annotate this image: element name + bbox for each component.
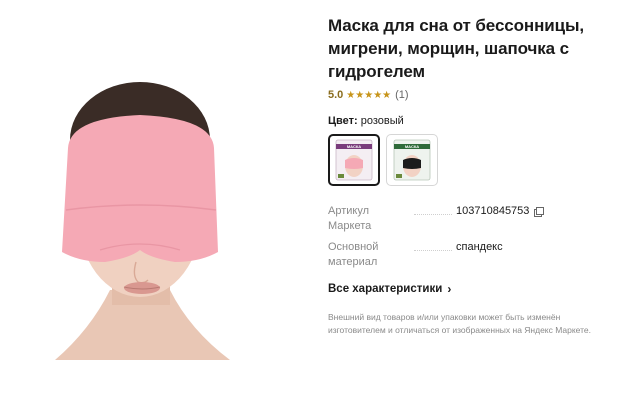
rating-row[interactable]: 5.0 ★★★★★ (1) [328,89,624,101]
color-selector: Цвет: розовый [328,115,624,127]
specs-list: Артикул Маркета 103710845753 Основной ма… [328,204,624,270]
spec-name: Артикул Маркета [328,205,372,232]
reviews-count[interactable]: (1) [395,89,408,101]
product-image[interactable] [0,0,300,400]
variant-pink[interactable]: МАСКА [328,134,380,186]
all-specs-label: Все характеристики [328,283,443,295]
article-number: 103710845753 [456,205,530,217]
rating-stars-icon: ★★★★★ [346,89,392,101]
variant-pink-pack-label: МАСКА [347,144,361,149]
disclaimer-text: Внешний вид товаров и/или упаковки может… [328,312,592,335]
spec-row-article: Артикул Маркета 103710845753 [328,204,624,234]
copy-icon[interactable] [534,207,545,217]
all-specs-link[interactable]: Все характеристики › [328,282,451,296]
product-photo-mask-on-face [55,82,230,360]
spec-value: спандекс [456,241,503,253]
mask-shape [62,115,218,262]
product-title: Маска для сна от бессонницы, мигрени, мо… [328,16,585,81]
rating-value: 5.0 [328,89,344,101]
variant-pink-thumbnail: МАСКА [335,139,373,181]
product-info-panel: Маска для сна от бессонницы, мигрени, мо… [328,14,624,337]
chevron-right-icon: › [447,282,452,296]
variant-black-thumbnail: МАСКА [393,139,431,181]
variant-black-pack-label: МАСКА [405,144,419,149]
spec-leader [414,204,452,215]
spec-row-material: Основной материал спандекс [328,240,624,270]
spec-value: 103710845753 [456,204,545,219]
spec-leader [414,240,452,251]
color-value: розовый [360,115,404,127]
color-label: Цвет: [328,115,358,127]
spec-name: Основной материал [328,241,379,268]
variant-black[interactable]: МАСКА [386,134,438,186]
color-variants: МАСКА МАСКА [328,134,624,186]
